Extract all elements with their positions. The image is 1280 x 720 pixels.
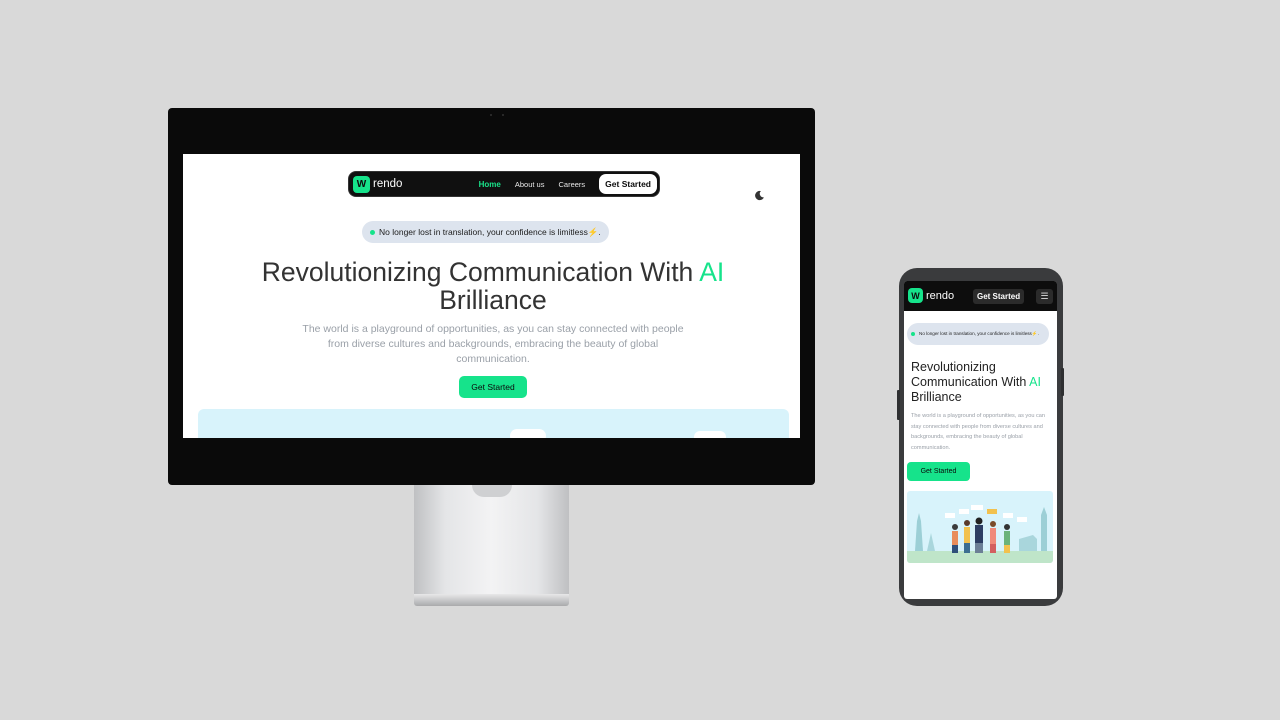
nav-link-home[interactable]: Home (479, 180, 501, 189)
nav-links: Home About us Careers Get Started (479, 174, 659, 194)
tagline-badge: No longer lost in translation, your conf… (362, 221, 609, 243)
tagline-badge: No longer lost in translation, your conf… (907, 323, 1049, 345)
hero-illustration (198, 409, 789, 438)
hero-get-started-button[interactable]: Get Started (459, 376, 527, 398)
hero-title-ai: AI (1029, 375, 1041, 389)
hero-subtitle: The world is a playground of opportuniti… (302, 323, 684, 365)
nav-link-careers[interactable]: Careers (558, 180, 585, 189)
monitor-hinge (472, 485, 512, 497)
tagline-text: No longer lost in translation, your conf… (379, 226, 601, 237)
hero-title-end: Brilliance (439, 285, 547, 315)
cloud-icon (510, 429, 546, 438)
brand-logo[interactable]: W rendo (908, 288, 954, 303)
phone-side-button (1061, 368, 1064, 396)
desktop-screen: W rendo Home About us Careers Get Starte… (183, 154, 800, 438)
cloud-icon (694, 431, 726, 438)
mobile-phone: W rendo Get Started ☰ No longer lost in … (897, 268, 1064, 606)
logo-icon: W (353, 175, 370, 193)
nav-link-about-us[interactable]: About us (515, 180, 545, 189)
brand-name: rendo (373, 178, 403, 190)
monitor-stand (414, 485, 569, 595)
nav-get-started-button[interactable]: Get Started (599, 174, 657, 194)
desktop-monitor: W rendo Home About us Careers Get Starte… (168, 108, 815, 485)
hero-title: Revolutionizing Communication With AI Br… (911, 360, 1056, 405)
people-landmarks-illustration (907, 505, 1053, 563)
hero-title-main: Revolutionizing Communication With (261, 257, 700, 287)
hero-title-ai: AI (699, 257, 725, 287)
status-dot-icon (370, 229, 375, 235)
monitor-stand-base (414, 594, 569, 606)
mobile-screen: W rendo Get Started ☰ No longer lost in … (904, 281, 1057, 599)
hero-title-end: Brilliance (911, 390, 962, 404)
brand-logo[interactable]: W rendo (353, 175, 403, 193)
hero-get-started-button[interactable]: Get Started (907, 462, 970, 481)
hero-illustration (907, 491, 1053, 563)
tagline-text: No longer lost in translation, your conf… (919, 331, 1039, 336)
hero-subtitle: The world is a playground of opportuniti… (911, 413, 1046, 451)
hero-title-main: Revolutionizing Communication With (911, 360, 1030, 389)
logo-icon: W (908, 288, 923, 303)
phone-side-button (897, 390, 900, 420)
camera-dot (502, 114, 504, 116)
hamburger-menu-icon[interactable]: ☰ (1036, 289, 1053, 304)
mobile-nav-get-started-button[interactable]: Get Started (973, 289, 1025, 304)
camera-dot (490, 114, 492, 116)
moon-icon[interactable] (754, 190, 765, 201)
mobile-navbar: W rendo Get Started ☰ (904, 281, 1057, 311)
hero-title: Revolutionizing Communication With AI Br… (223, 258, 763, 314)
desktop-navbar: W rendo Home About us Careers Get Starte… (349, 172, 659, 196)
brand-name: rendo (926, 289, 955, 302)
status-dot-icon (911, 332, 915, 336)
